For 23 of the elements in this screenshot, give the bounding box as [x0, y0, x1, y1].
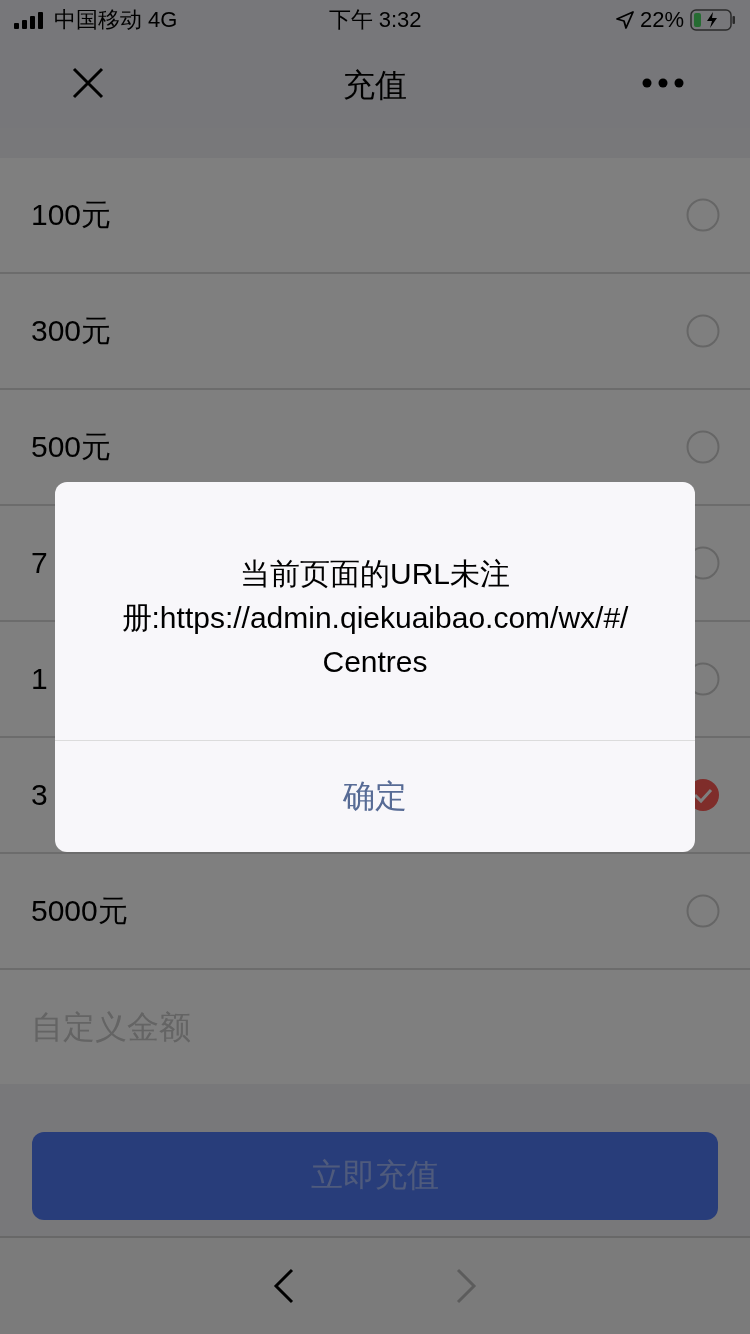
battery-percent: 22%	[639, 7, 684, 33]
battery-icon	[690, 9, 736, 31]
clock: 下午 3:32	[328, 7, 422, 32]
amount-option[interactable]: 300元	[31, 313, 112, 347]
radio-button[interactable]	[686, 894, 720, 928]
network-type: 4G	[148, 7, 178, 33]
amount-option[interactable]: 5000元	[31, 893, 128, 927]
close-icon[interactable]	[72, 67, 104, 99]
carrier-name: 中国移动	[54, 6, 142, 34]
radio-button[interactable]	[686, 430, 720, 464]
radio-button[interactable]	[686, 314, 720, 348]
amount-option[interactable]: 1	[31, 662, 48, 695]
amount-option[interactable]: 100元	[31, 197, 112, 231]
more-icon[interactable]	[642, 78, 684, 88]
page-title: 充值	[343, 67, 407, 103]
amount-option[interactable]: 3	[31, 778, 48, 811]
location-icon	[615, 11, 634, 29]
amount-option[interactable]: 500元	[31, 429, 112, 463]
amount-option[interactable]: 7	[31, 546, 48, 579]
back-icon[interactable]	[273, 1268, 295, 1304]
radio-button[interactable]	[686, 198, 720, 232]
dialog-message: 当前页面的URL未注册:https://admin.qiekuaibao.com/wx/#/Centres	[120, 556, 630, 680]
confirm-button[interactable]: 确定	[55, 740, 695, 852]
